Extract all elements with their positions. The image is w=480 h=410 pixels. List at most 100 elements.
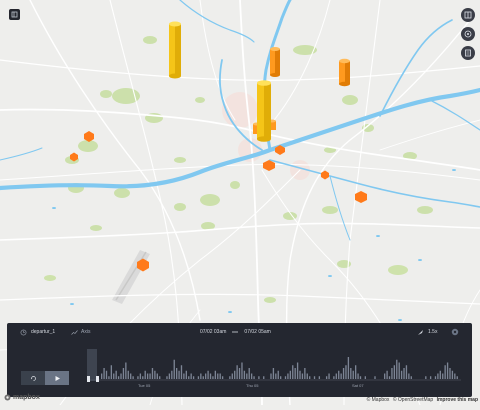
- split-map-icon: [464, 11, 472, 19]
- histogram-bar: [287, 373, 289, 379]
- histogram-bar: [217, 373, 219, 379]
- map-legend-button[interactable]: [461, 46, 475, 60]
- column-north-short[interactable]: [270, 47, 280, 77]
- histogram-bar: [400, 370, 403, 379]
- range-end: 07/02 05am: [244, 329, 271, 335]
- histogram-bar: [449, 368, 451, 379]
- brush-handle-left[interactable]: [87, 376, 90, 382]
- histogram-bar: [139, 373, 142, 379]
- histogram-bar: [328, 373, 330, 379]
- histogram-bar: [393, 365, 396, 379]
- histogram-bar: [243, 370, 246, 379]
- histogram-bar: [296, 362, 299, 379]
- histogram-bar: [318, 376, 321, 379]
- histogram-bar: [374, 376, 376, 379]
- time-filter-panel: departur_1 Axis 07/02 03am 07/02 05am 1.…: [7, 323, 472, 397]
- histogram-bar: [338, 370, 340, 379]
- histogram-bar: [456, 376, 458, 379]
- histogram-bar: [250, 373, 253, 379]
- histogram-bar: [229, 376, 231, 379]
- timeline-settings-button[interactable]: [451, 327, 459, 337]
- attribution-mapbox[interactable]: © Mapbox: [367, 397, 390, 403]
- histogram-bar: [159, 376, 161, 379]
- histogram-bar: [110, 365, 113, 379]
- histogram-bar: [117, 376, 120, 379]
- histogram-bar: [403, 368, 405, 379]
- histogram-bar: [214, 370, 217, 379]
- speed-control[interactable]: 1.5x: [417, 327, 437, 337]
- histogram-bar: [144, 370, 146, 379]
- column-north-tall[interactable]: [169, 21, 181, 79]
- histogram-bar: [306, 373, 308, 379]
- loop-button[interactable]: [21, 371, 45, 385]
- histogram-bar: [391, 368, 393, 379]
- histogram-bar: [175, 368, 178, 379]
- histogram-bar: [345, 365, 347, 379]
- histogram-bar: [149, 373, 151, 379]
- histogram-bar: [130, 373, 132, 379]
- histogram-bar: [354, 365, 357, 379]
- brush-handle-right[interactable]: [96, 376, 99, 382]
- toggle-panel-icon: [11, 11, 18, 18]
- column-center-tall[interactable]: [257, 80, 271, 142]
- histogram-bar: [248, 368, 250, 379]
- histogram-bar: [168, 373, 171, 379]
- time-histogram[interactable]: Tue 05 Thu 05 Sat 07: [87, 349, 467, 391]
- histogram-bar: [207, 370, 209, 379]
- histogram-bar: [173, 359, 175, 379]
- histogram-bar: [280, 376, 282, 379]
- histogram-bar: [408, 373, 410, 379]
- histogram-bar: [289, 370, 292, 379]
- histogram-bar: [398, 362, 400, 379]
- mapbox-logo-text: mapbox: [13, 394, 40, 401]
- histogram-bar: [439, 370, 441, 379]
- histogram-bar: [258, 376, 260, 379]
- histogram-bar: [342, 368, 345, 379]
- play-button[interactable]: [45, 371, 69, 385]
- histogram-bar: [429, 376, 432, 379]
- axis-selector[interactable]: Axis: [71, 327, 90, 337]
- toggle-panel-button[interactable]: [9, 9, 20, 20]
- histogram-bar: [437, 373, 439, 379]
- mapbox-logo[interactable]: mapbox: [4, 394, 40, 401]
- histogram-bar: [202, 376, 204, 379]
- settings-icon: [451, 328, 459, 336]
- split-map-button[interactable]: [461, 8, 475, 22]
- histogram-bar: [156, 373, 158, 379]
- histogram-bar: [108, 376, 110, 379]
- histogram-bar: [451, 370, 454, 379]
- histogram-bar: [171, 370, 173, 379]
- axis-label: Axis: [81, 329, 91, 335]
- histogram-bar: [333, 376, 335, 379]
- tick-label: Tue 05: [138, 383, 151, 388]
- histogram-bar: [309, 376, 311, 379]
- loop-icon: [30, 375, 36, 381]
- histogram-bar: [137, 376, 139, 379]
- histogram-bar: [120, 373, 122, 379]
- layer-visibility-button[interactable]: [461, 27, 475, 41]
- histogram-bar: [103, 368, 105, 379]
- histogram-bar: [299, 370, 301, 379]
- column-east[interactable]: [339, 58, 350, 87]
- histogram-bar: [359, 376, 362, 379]
- attribution-osm[interactable]: © OpenStreetMap: [393, 397, 433, 403]
- histogram-bar: [183, 373, 185, 379]
- attribution-improve[interactable]: Improve this map: [437, 397, 478, 403]
- histogram-bar: [166, 376, 168, 379]
- speed-value: 1.5x: [428, 329, 438, 335]
- histogram-bar: [384, 373, 386, 379]
- histogram-bar: [364, 376, 366, 379]
- histogram-bar: [246, 373, 248, 379]
- histogram-bar: [234, 370, 236, 379]
- map-attribution: © Mapbox © OpenStreetMap Improve this ma…: [365, 397, 478, 403]
- histogram-bar: [388, 376, 391, 379]
- tick-label: Sat 07: [352, 383, 364, 388]
- filter-field-selector[interactable]: departur_1: [20, 327, 55, 337]
- mapbox-logo-icon: [4, 394, 11, 401]
- histogram-bar: [347, 357, 350, 379]
- histogram-bar: [113, 373, 115, 379]
- histogram-bar: [231, 373, 233, 379]
- histogram-bar: [238, 368, 241, 379]
- histogram-bar: [275, 373, 277, 379]
- histogram-bar: [335, 373, 337, 379]
